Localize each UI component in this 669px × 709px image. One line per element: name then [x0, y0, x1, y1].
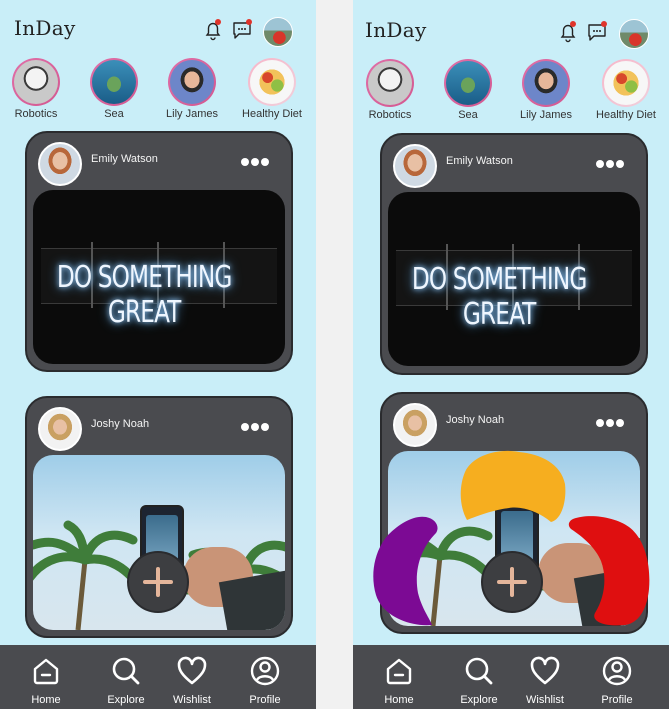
more-options-icon[interactable] [596, 414, 626, 427]
app-header: InDay [0, 0, 316, 58]
home-icon [386, 658, 412, 685]
story-label: Sea [104, 108, 124, 120]
nav-label: Home [31, 694, 61, 706]
author-name[interactable]: Joshy Noah [91, 418, 149, 430]
robot-image [368, 61, 412, 105]
bottom-navigation: Home Explore Wishlist Profile [353, 645, 669, 709]
stories-row: Robotics Sea Lily James Healthy Diet [353, 58, 669, 121]
app-title: InDay [365, 18, 427, 42]
turtle-image [92, 60, 136, 104]
more-options-icon[interactable] [241, 418, 271, 431]
user-avatar[interactable] [263, 17, 293, 47]
story-label: Healthy Diet [596, 109, 656, 121]
neon-sign-text: DO SOMETHING GREAT [56, 260, 233, 330]
neon-sign-text: DO SOMETHING GREAT [411, 262, 588, 332]
post-card[interactable]: Emily Watson DO SOMETHING GREAT [25, 131, 293, 372]
more-options-icon[interactable] [241, 153, 271, 166]
story-lily-james[interactable]: Lily James [506, 59, 586, 121]
phone-screen-right: InDay Robotics Sea Lily James Healthy Di… [353, 0, 669, 709]
add-post-button[interactable] [127, 551, 189, 613]
nav-explore[interactable]: Explore [447, 655, 511, 706]
nav-label: Explore [460, 694, 498, 706]
post-card[interactable]: Emily Watson DO SOMETHING GREAT [380, 133, 648, 375]
nav-home[interactable]: Home [14, 655, 78, 706]
nav-explore[interactable]: Explore [94, 655, 158, 706]
home-icon [33, 658, 59, 685]
story-robotics[interactable]: Robotics [353, 59, 430, 121]
post-image[interactable]: DO SOMETHING GREAT [388, 192, 640, 366]
bottom-navigation: Home Explore Wishlist Profile [0, 645, 316, 709]
chat-icon[interactable] [585, 20, 609, 44]
author-avatar[interactable] [38, 142, 82, 186]
author-avatar[interactable] [393, 144, 437, 188]
more-options-icon[interactable] [596, 155, 626, 168]
app-title: InDay [14, 16, 76, 40]
story-label: Lily James [166, 108, 218, 120]
story-lily-james[interactable]: Lily James [152, 58, 232, 120]
search-icon [112, 657, 140, 685]
add-post-button[interactable] [481, 551, 543, 613]
author-avatar[interactable] [393, 403, 437, 447]
story-label: Sea [458, 109, 478, 121]
purple-blob-shape [373, 516, 438, 626]
nav-label: Wishlist [173, 694, 211, 706]
nav-wishlist[interactable]: Wishlist [160, 655, 224, 706]
story-healthy-diet[interactable]: Healthy Diet [586, 59, 666, 121]
red-blob-shape [568, 516, 650, 626]
story-sea[interactable]: Sea [428, 59, 508, 121]
chat-icon[interactable] [230, 18, 254, 42]
story-healthy-diet[interactable]: Healthy Diet [232, 58, 312, 120]
yellow-blob-shape [460, 450, 566, 522]
nav-profile[interactable]: Profile [233, 655, 297, 706]
post-image[interactable]: DO SOMETHING GREAT [33, 190, 285, 364]
story-robotics[interactable]: Robotics [0, 58, 76, 120]
stories-row: Robotics Sea Lily James Healthy Diet [0, 58, 316, 120]
nav-wishlist[interactable]: Wishlist [513, 655, 577, 706]
salad-image [604, 61, 648, 105]
turtle-image [446, 61, 490, 105]
nav-profile[interactable]: Profile [585, 655, 649, 706]
profile-icon [602, 656, 632, 686]
bell-icon[interactable] [201, 18, 225, 42]
robot-image [14, 60, 58, 104]
nav-label: Profile [601, 694, 633, 706]
nav-label: Home [384, 694, 414, 706]
story-label: Robotics [368, 109, 412, 121]
portrait-image [524, 61, 568, 105]
nav-label: Wishlist [526, 694, 564, 706]
app-header: InDay [353, 0, 669, 58]
search-icon [465, 657, 493, 685]
story-label: Robotics [14, 108, 58, 120]
nav-label: Explore [107, 694, 145, 706]
salad-image [250, 60, 294, 104]
author-name[interactable]: Emily Watson [91, 153, 158, 165]
palm-tree-image [33, 520, 143, 630]
user-avatar[interactable] [619, 19, 649, 49]
portrait-image [170, 60, 214, 104]
nav-home[interactable]: Home [367, 655, 431, 706]
author-name[interactable]: Emily Watson [446, 155, 513, 167]
heart-icon [177, 656, 207, 685]
story-label: Healthy Diet [242, 108, 302, 120]
story-label: Lily James [520, 109, 572, 121]
phone-screen-left: InDay Robotics Sea Lily James Healthy Di… [0, 0, 316, 709]
author-name[interactable]: Joshy Noah [446, 414, 504, 426]
nav-label: Profile [249, 694, 281, 706]
story-sea[interactable]: Sea [74, 58, 154, 120]
heart-icon [530, 656, 560, 685]
bell-icon[interactable] [556, 20, 580, 44]
profile-icon [250, 656, 280, 686]
author-avatar[interactable] [38, 407, 82, 451]
